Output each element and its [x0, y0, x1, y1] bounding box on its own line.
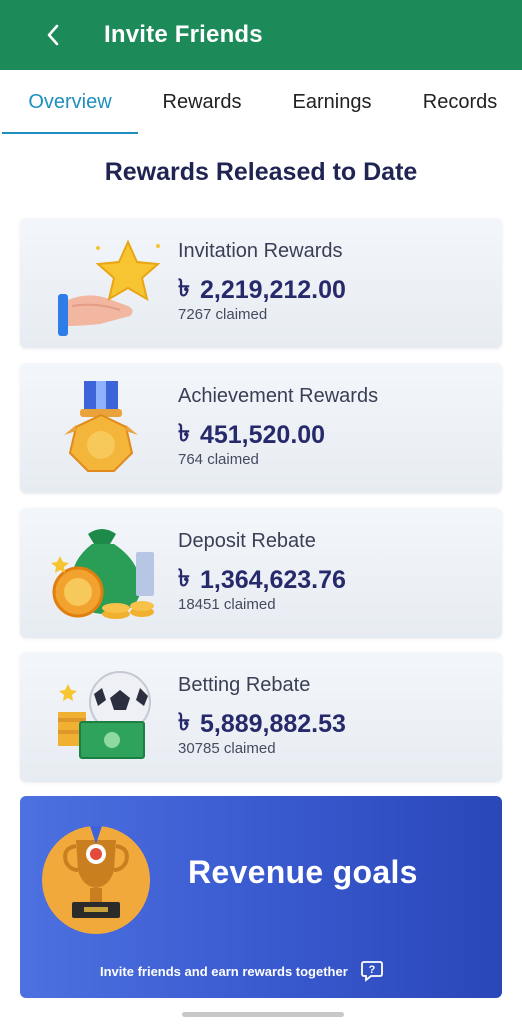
medal-icon [64, 381, 138, 472]
money-bag-icon [51, 529, 154, 619]
achievement-rewards-card[interactable]: Achievement Rewards ৳ 451,520.00 764 cla… [20, 363, 502, 493]
tab-earnings[interactable]: Earnings [266, 70, 398, 134]
tab-bar: Overview Rewards Earnings Records [0, 70, 522, 134]
invitation-rewards-card[interactable]: Invitation Rewards ৳ 2,219,212.00 7267 c… [20, 218, 502, 348]
card-label: Invitation Rewards [178, 240, 343, 262]
app-header: Invite Friends [0, 0, 522, 70]
home-indicator [182, 1012, 344, 1017]
back-button[interactable] [30, 12, 76, 58]
card-label: Deposit Rebate [178, 530, 316, 552]
banner-subtitle-row: Invite friends and earn rewards together… [100, 960, 384, 982]
card-label: Achievement Rewards [178, 385, 379, 407]
svg-text:?: ? [368, 964, 375, 976]
chevron-left-icon [47, 24, 59, 46]
deposit-rebate-card[interactable]: Deposit Rebate ৳ 1,364,623.76 18451 clai… [20, 508, 502, 638]
card-amount: ৳ 451,520.00 [178, 415, 325, 455]
claimed-count: 30785 claimed [178, 740, 276, 757]
banner-subtitle: Invite friends and earn rewards together [100, 963, 348, 979]
currency-symbol: ৳ [178, 275, 190, 302]
betting-rebate-card[interactable]: Betting Rebate ৳ 5,889,882.53 30785 clai… [20, 652, 502, 782]
card-amount: ৳ 2,219,212.00 [178, 270, 346, 310]
amount-value: 2,219,212.00 [199, 275, 346, 304]
claimed-count: 18451 claimed [178, 596, 276, 613]
card-amount: ৳ 1,364,623.76 [178, 560, 346, 600]
amount-value: 1,364,623.76 [199, 565, 346, 594]
claimed-count: 764 claimed [178, 451, 259, 468]
page-title: Invite Friends [104, 21, 263, 48]
help-icon[interactable]: ? [360, 960, 384, 982]
claimed-count: 7267 claimed [178, 306, 268, 323]
tab-rewards[interactable]: Rewards [138, 70, 266, 134]
amount-value: 5,889,882.53 [199, 709, 346, 738]
card-label: Betting Rebate [178, 674, 311, 696]
currency-symbol: ৳ [178, 565, 190, 592]
section-title: Rewards Released to Date [104, 158, 418, 186]
card-amount: ৳ 5,889,882.53 [178, 704, 346, 744]
currency-symbol: ৳ [178, 709, 190, 736]
revenue-goals-banner[interactable]: Revenue goals Invite friends and earn re… [20, 796, 502, 998]
tab-records[interactable]: Records [398, 70, 522, 134]
banner-title: Revenue goals [188, 854, 418, 890]
star-hand-icon [58, 239, 161, 336]
currency-symbol: ৳ [178, 420, 190, 447]
ball-cash-icon [58, 671, 151, 759]
trophy-icon [42, 826, 150, 934]
amount-value: 451,520.00 [199, 420, 326, 449]
tab-overview[interactable]: Overview [2, 70, 138, 134]
